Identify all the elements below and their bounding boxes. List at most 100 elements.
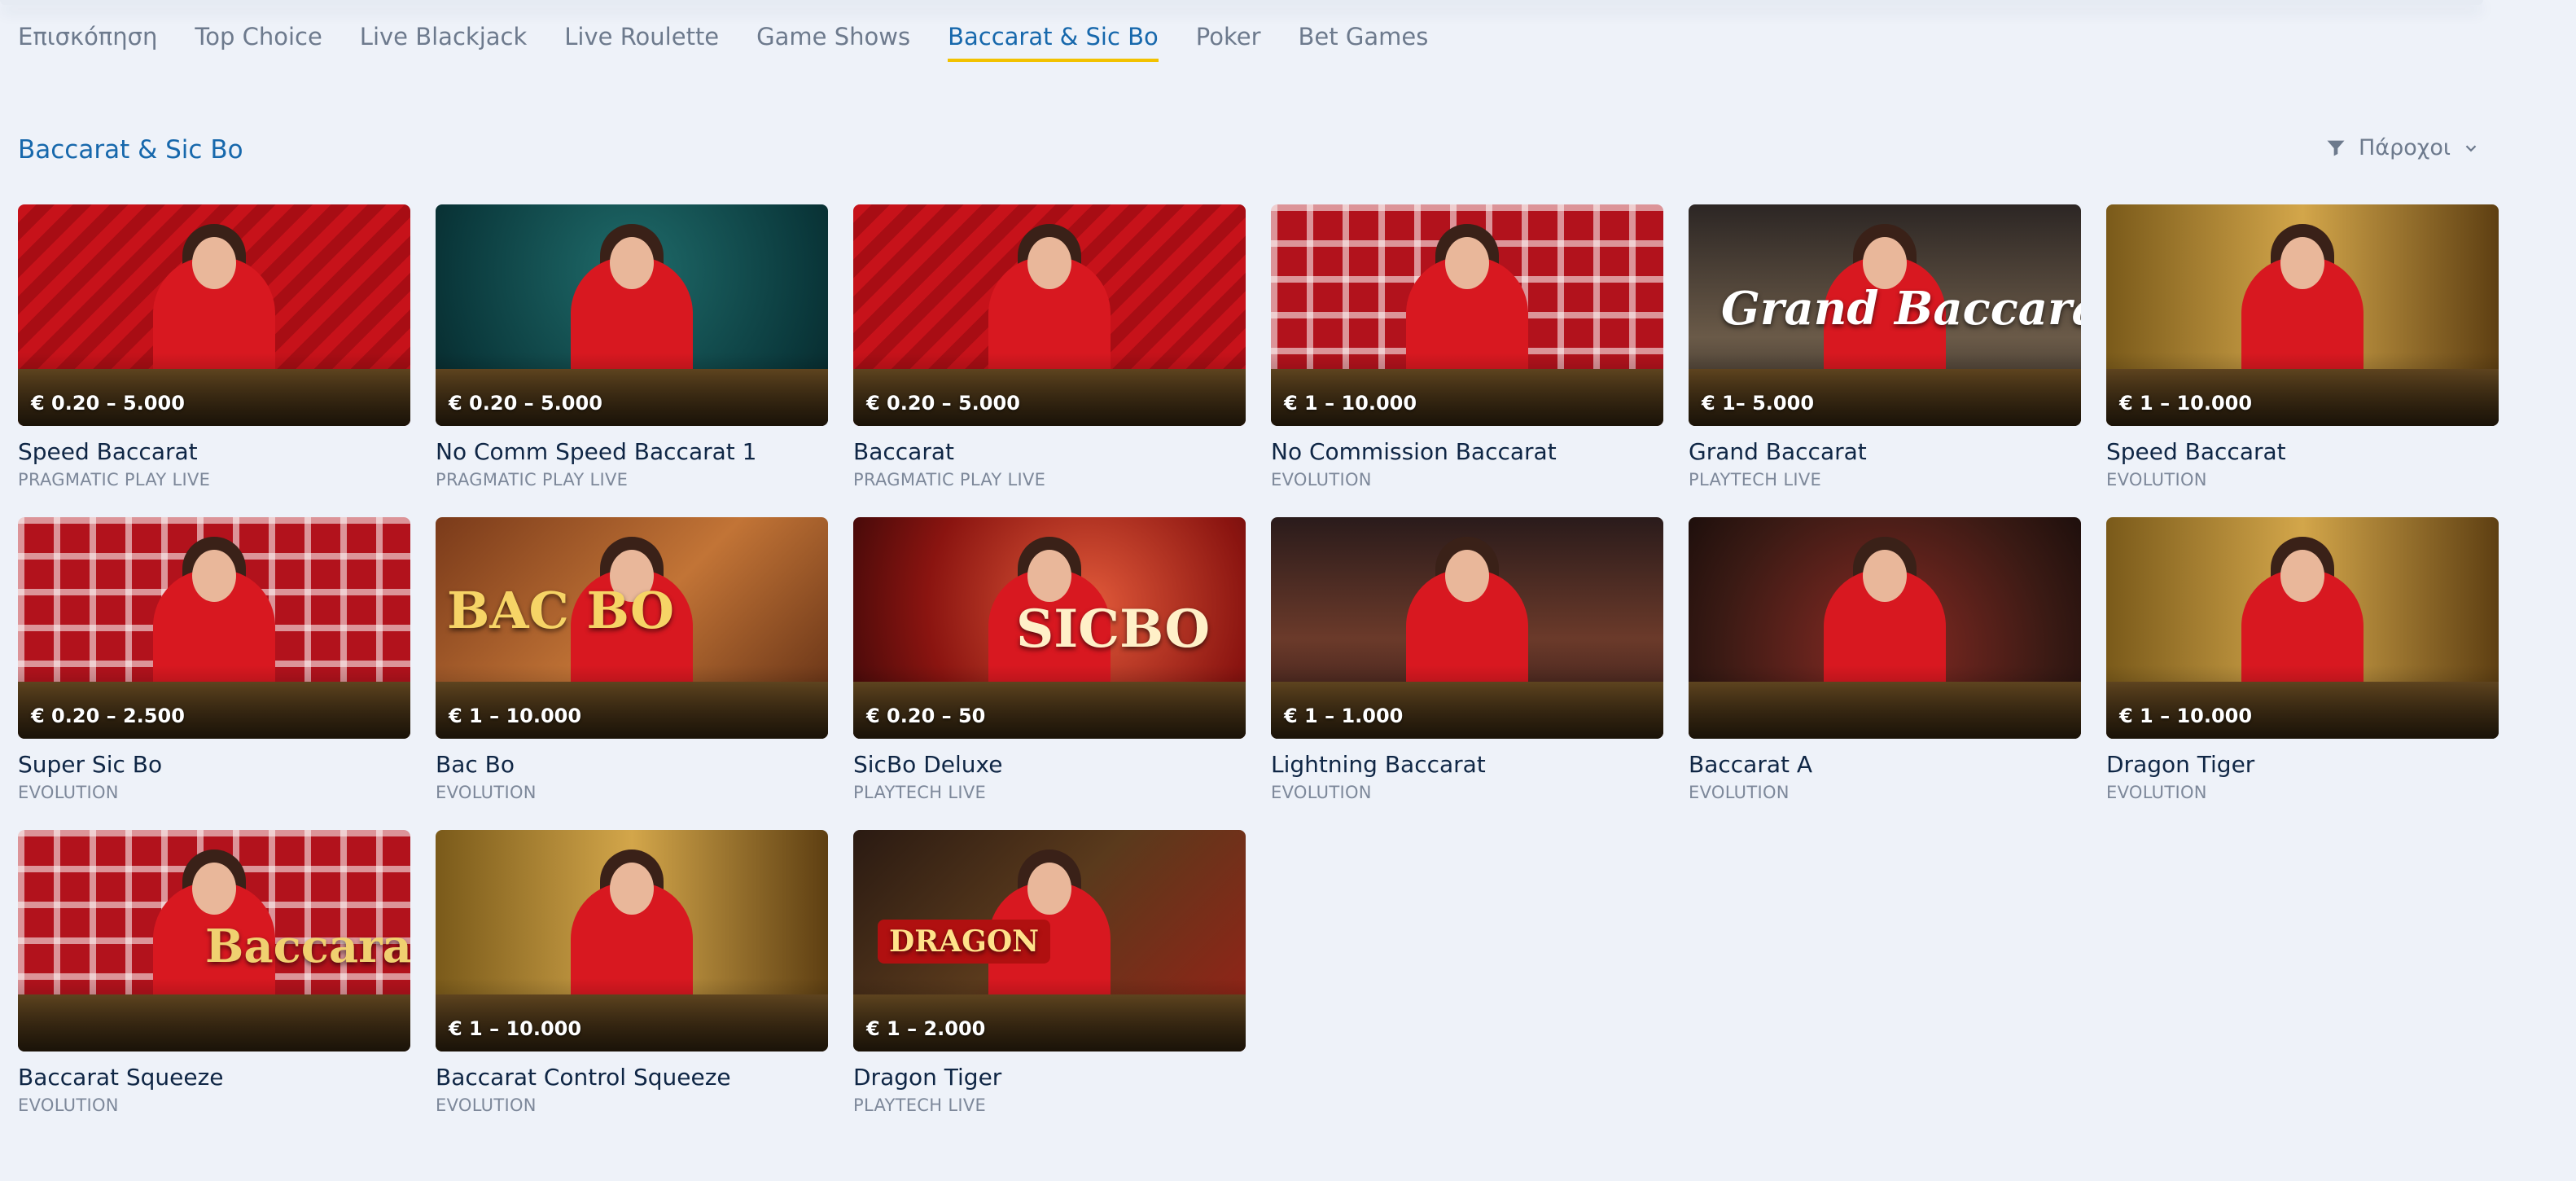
bet-limit-label: € 1 – 10.000 (449, 1017, 582, 1040)
game-thumbnail[interactable]: € 1 – 10.000 (436, 830, 828, 1051)
game-title[interactable]: Baccarat (853, 438, 1246, 465)
game-thumbnail[interactable]: SICBO € 0.20 – 50 (853, 517, 1246, 739)
game-title[interactable]: SicBo Deluxe (853, 751, 1246, 778)
game-title[interactable]: Bac Bo (436, 751, 828, 778)
game-provider: EVOLUTION (2106, 470, 2207, 490)
section-title: Baccarat & Sic Bo (18, 135, 243, 165)
thumbnail-shade (1689, 665, 2081, 739)
bet-limit-label: € 0.20 – 5.000 (31, 392, 185, 415)
game-provider: PLAYTECH LIVE (1689, 470, 1822, 490)
thumbnail-shade (18, 978, 410, 1051)
game-title[interactable]: Baccarat Control Squeeze (436, 1064, 828, 1091)
dealer-face (192, 550, 236, 602)
game-provider: PLAYTECH LIVE (853, 1095, 987, 1115)
game-provider: EVOLUTION (436, 783, 537, 802)
bet-limit-label: € 1 – 2.000 (866, 1017, 986, 1040)
dealer-face (1445, 237, 1489, 289)
game-card[interactable]: BAC BO € 1 – 10.000 Bac Bo EVOLUTION (436, 517, 828, 830)
game-thumbnail[interactable]: € 0.20 – 5.000 (436, 204, 828, 426)
game-logo: BAC BO (447, 581, 674, 640)
game-thumbnail[interactable]: € 1 – 1.000 (1271, 517, 1663, 739)
game-provider: EVOLUTION (2106, 783, 2207, 802)
tab-live-roulette[interactable]: Live Roulette (564, 23, 719, 62)
game-card[interactable]: Grand Baccarat € 1– 5.000 Grand Baccarat PL… (1689, 204, 2081, 517)
game-title[interactable]: Baccarat Squeeze (18, 1064, 410, 1091)
game-thumbnail[interactable]: Grand Baccarat € 1– 5.000 (1689, 204, 2081, 426)
game-provider: PRAGMATIC PLAY LIVE (436, 470, 629, 490)
game-title[interactable]: Baccarat A (1689, 751, 2081, 778)
game-card[interactable]: Baccarat Baccarat Squeeze EVOLUTION (18, 830, 410, 1143)
bet-limit-label: € 1 – 10.000 (2119, 392, 2253, 415)
tab-baccarat-sic-bo[interactable]: Baccarat & Sic Bo (948, 23, 1159, 62)
dealer-face (610, 863, 654, 915)
game-card[interactable]: € 1 – 10.000 No Commission Baccarat EVOLUT… (1271, 204, 1663, 517)
game-card[interactable]: € 0.20 – 5.000 No Comm Speed Baccarat 1 PR… (436, 204, 828, 517)
game-card[interactable]: € 1 – 1.000 Lightning Baccarat EVOLUTION (1271, 517, 1663, 830)
game-title[interactable]: Speed Baccarat (2106, 438, 2499, 465)
category-tabs: Επισκόπηση Top Choice Live Blackjack Live R… (18, 23, 1428, 62)
game-provider: EVOLUTION (1689, 783, 1790, 802)
dealer-face (1863, 550, 1907, 602)
providers-filter-button[interactable]: Πάροχοι (2324, 135, 2480, 160)
thumbnail-shade (853, 665, 1246, 739)
dealer-face (610, 237, 654, 289)
funnel-icon (2324, 137, 2347, 160)
game-title[interactable]: No Comm Speed Baccarat 1 (436, 438, 828, 465)
bet-limit-label: € 0.20 – 50 (866, 705, 986, 727)
tab-επισκόπηση[interactable]: Επισκόπηση (18, 23, 157, 62)
game-title[interactable]: Speed Baccarat (18, 438, 410, 465)
tab-live-blackjack[interactable]: Live Blackjack (360, 23, 527, 62)
bet-limit-label: € 1– 5.000 (1702, 392, 1815, 415)
tab-bet-games[interactable]: Bet Games (1299, 23, 1429, 62)
thumbnail-shade (1271, 665, 1663, 739)
game-thumbnail[interactable]: € 1 – 10.000 (2106, 517, 2499, 739)
game-card[interactable]: € 1 – 10.000 Baccarat Control Squeeze EVOL… (436, 830, 828, 1143)
game-title[interactable]: Lightning Baccarat (1271, 751, 1663, 778)
game-provider: EVOLUTION (1271, 783, 1372, 802)
game-provider: PRAGMATIC PLAY LIVE (853, 470, 1046, 490)
bet-limit-label: € 0.20 – 5.000 (449, 392, 602, 415)
bet-limit-label: € 1 – 10.000 (1284, 392, 1417, 415)
game-card[interactable]: € 0.20 – 5.000 Baccarat PRAGMATIC PLAY LIV… (853, 204, 1246, 517)
game-thumbnail[interactable]: € 0.20 – 2.500 (18, 517, 410, 739)
game-card[interactable]: Baccarat A EVOLUTION (1689, 517, 2081, 830)
game-provider: EVOLUTION (18, 1095, 119, 1115)
game-thumbnail[interactable]: € 1 – 10.000 (1271, 204, 1663, 426)
game-card[interactable]: € 1 – 10.000 Speed Baccarat EVOLUTION (2106, 204, 2499, 517)
game-thumbnail[interactable]: Baccarat (18, 830, 410, 1051)
game-thumbnail[interactable]: € 1 – 10.000 (2106, 204, 2499, 426)
game-provider: PLAYTECH LIVE (853, 783, 987, 802)
game-card[interactable]: SICBO € 0.20 – 50 SicBo Deluxe PLAYTECH LIV… (853, 517, 1246, 830)
thumbnail-shade (2106, 353, 2499, 426)
game-title[interactable]: No Commission Baccarat (1271, 438, 1663, 465)
thumbnail-shade (853, 353, 1246, 426)
chevron-down-icon (2462, 139, 2480, 157)
game-title[interactable]: Super Sic Bo (18, 751, 410, 778)
game-card[interactable]: € 0.20 – 5.000 Speed Baccarat PRAGMATIC PL… (18, 204, 410, 517)
game-title[interactable]: Dragon Tiger (853, 1064, 1246, 1091)
game-provider: EVOLUTION (1271, 470, 1372, 490)
thumbnail-shade (436, 353, 828, 426)
dealer-face (1027, 237, 1071, 289)
game-thumbnail[interactable]: DRAGON € 1 – 2.000 (853, 830, 1246, 1051)
thumbnail-shade (1271, 353, 1663, 426)
bet-limit-label: € 0.20 – 2.500 (31, 705, 185, 727)
game-card[interactable]: € 0.20 – 2.500 Super Sic Bo EVOLUTION (18, 517, 410, 830)
tab-poker[interactable]: Poker (1196, 23, 1261, 62)
game-logo: SICBO (1016, 599, 1211, 660)
game-thumbnail[interactable]: BAC BO € 1 – 10.000 (436, 517, 828, 739)
game-title[interactable]: Grand Baccarat (1689, 438, 2081, 465)
game-thumbnail[interactable] (1689, 517, 2081, 739)
game-card[interactable]: € 1 – 10.000 Dragon Tiger EVOLUTION (2106, 517, 2499, 830)
game-logo: DRAGON (878, 920, 1051, 964)
dealer-face (1027, 863, 1071, 915)
game-provider: PRAGMATIC PLAY LIVE (18, 470, 211, 490)
game-thumbnail[interactable]: € 0.20 – 5.000 (18, 204, 410, 426)
game-thumbnail[interactable]: € 0.20 – 5.000 (853, 204, 1246, 426)
game-provider: EVOLUTION (436, 1095, 537, 1115)
dealer-face (2280, 550, 2324, 602)
tab-game-shows[interactable]: Game Shows (756, 23, 910, 62)
tab-top-choice[interactable]: Top Choice (195, 23, 322, 62)
game-card[interactable]: DRAGON € 1 – 2.000 Dragon Tiger PLAYTECH LI… (853, 830, 1246, 1143)
game-title[interactable]: Dragon Tiger (2106, 751, 2499, 778)
